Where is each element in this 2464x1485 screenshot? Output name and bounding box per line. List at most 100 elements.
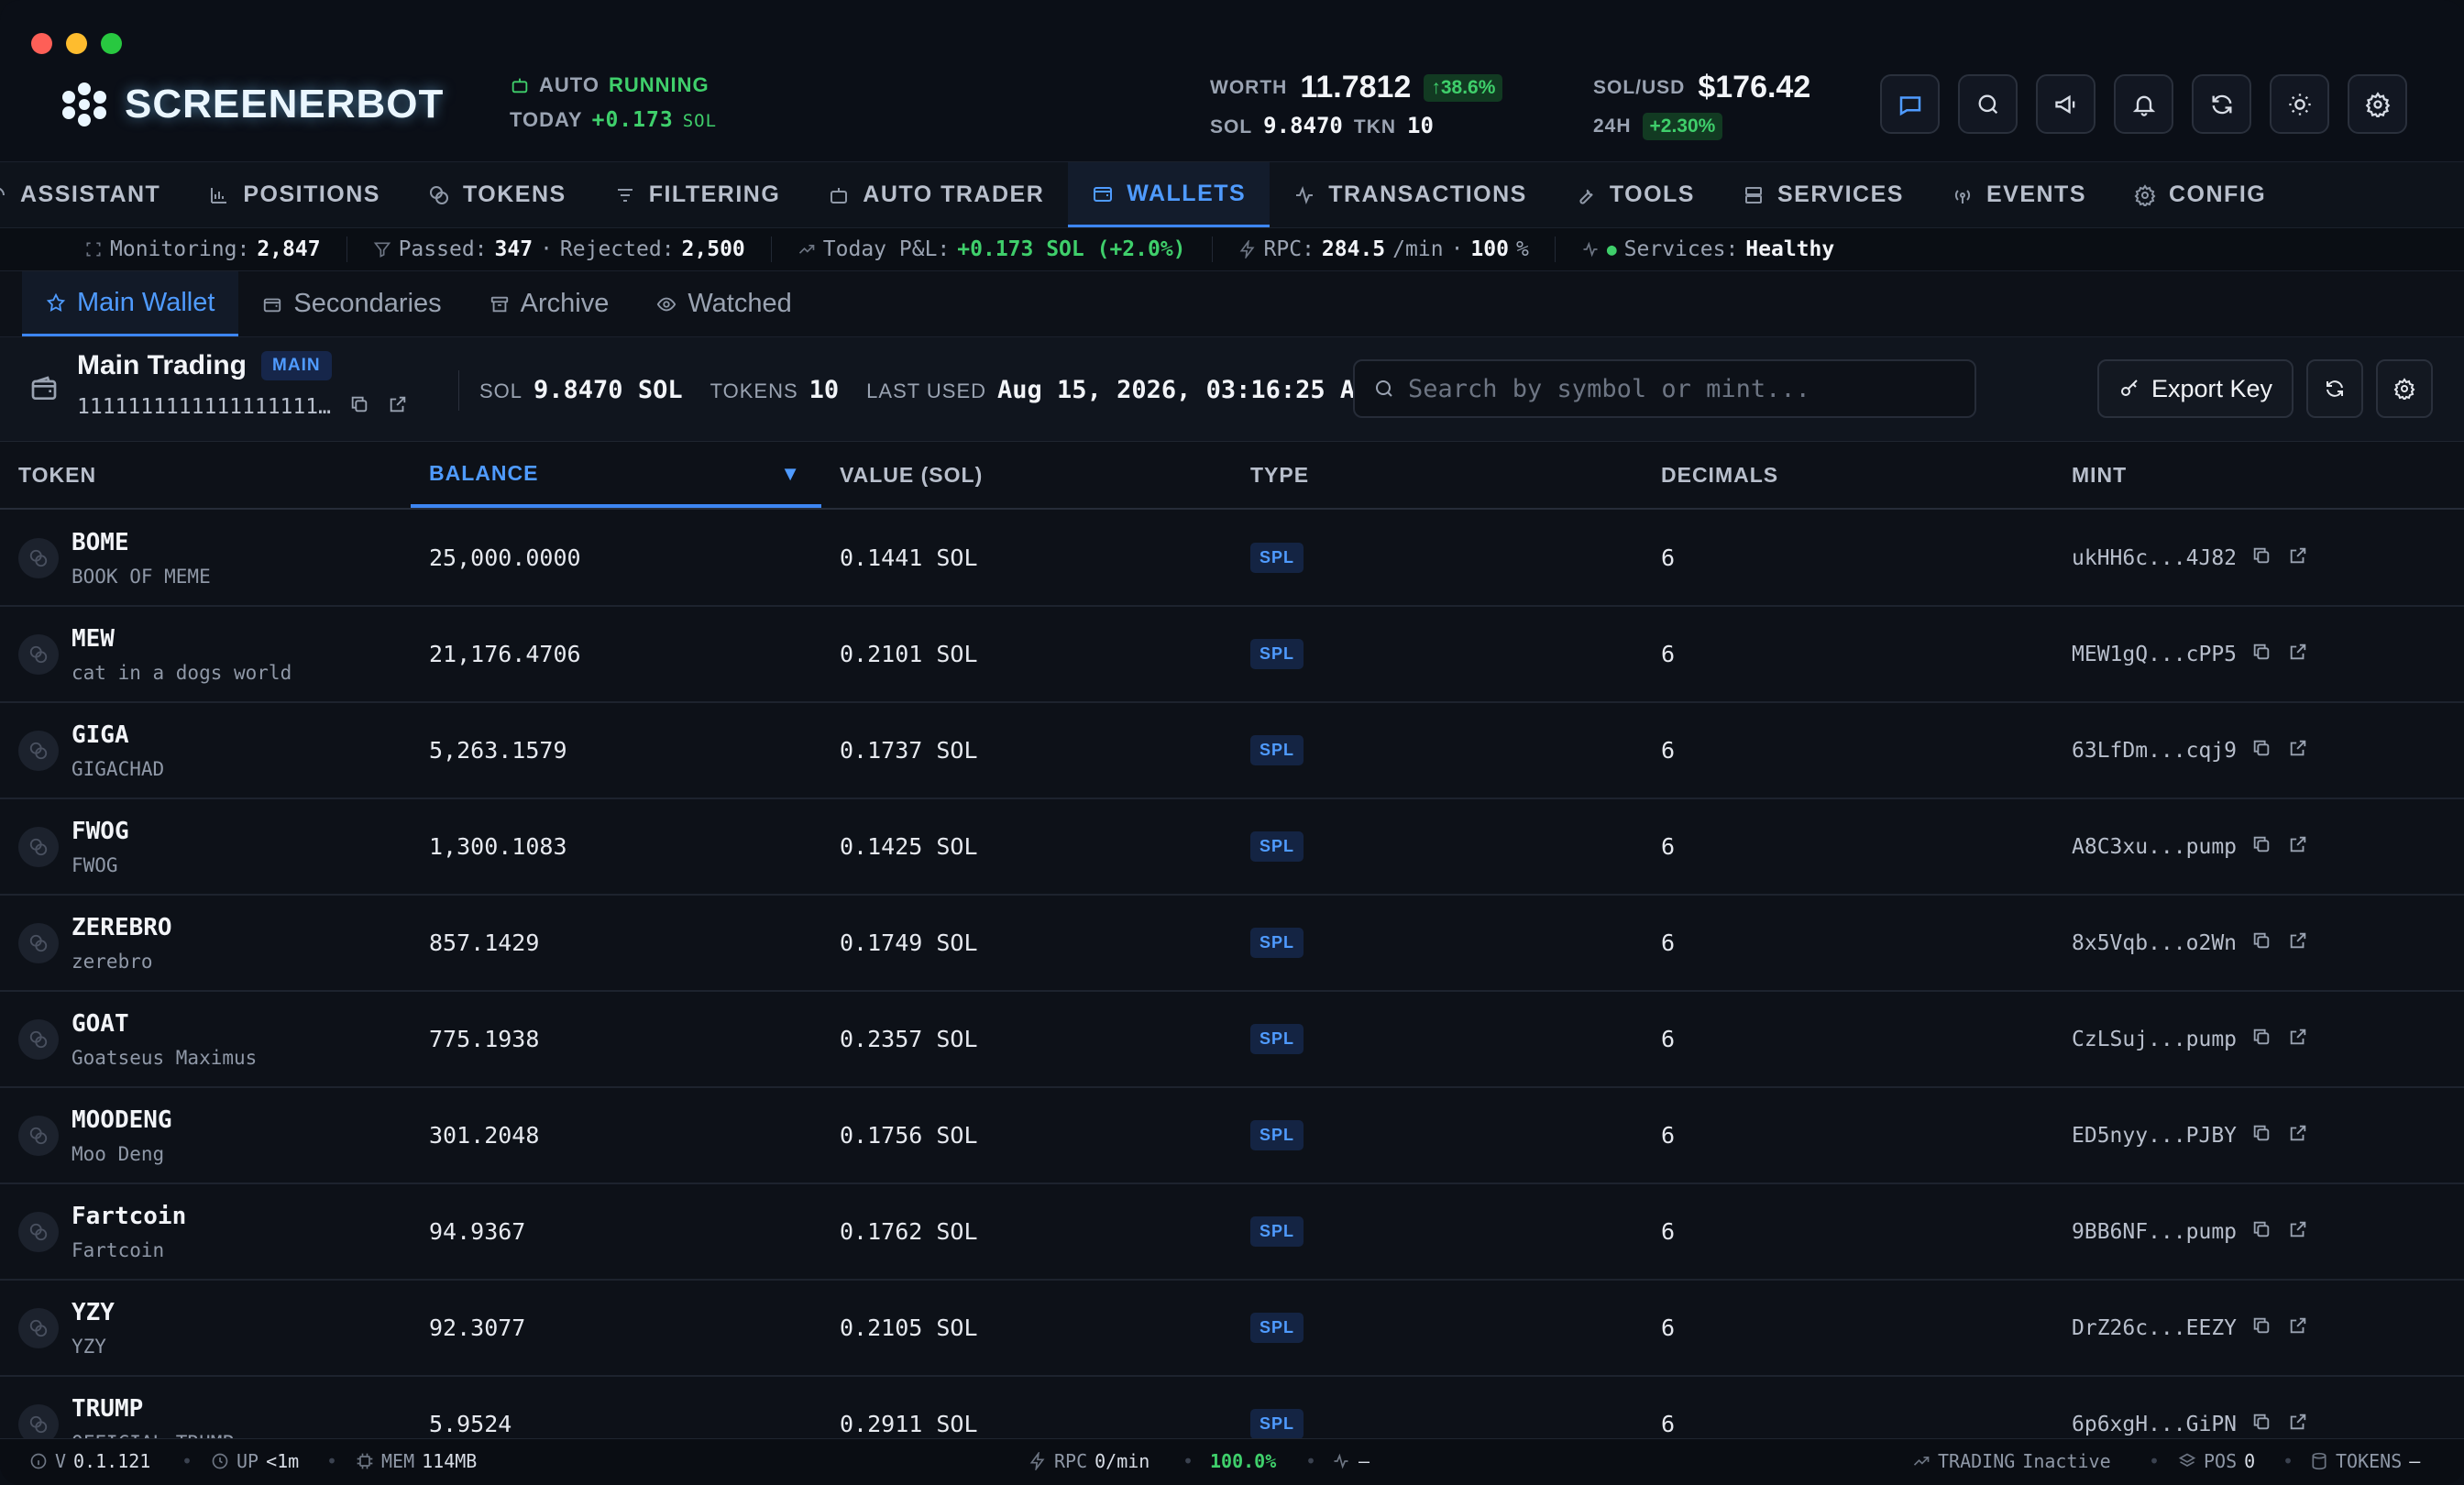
copy-mint-button[interactable] (2251, 642, 2272, 667)
copy-mint-button[interactable] (2251, 1027, 2272, 1052)
copy-mint-button[interactable] (2251, 1123, 2272, 1149)
open-mint-button[interactable] (2288, 642, 2308, 667)
token-search[interactable] (1353, 359, 1976, 418)
copy-icon (2253, 1317, 2270, 1333)
announcements-button[interactable] (2036, 74, 2096, 134)
footer-separator: • (2149, 1450, 2161, 1472)
export-key-label: Export Key (2150, 374, 2273, 402)
column-header-balance[interactable]: BALANCE ▼ (411, 442, 821, 508)
subtab-archive[interactable]: Archive (466, 271, 633, 336)
table-row[interactable]: GIGA GIGACHAD 5,263.1579 0.1737 SOL SPL 6 63Lf… (0, 703, 2464, 799)
decimals-cell: 6 (1661, 1218, 1676, 1245)
copy-mint-button[interactable] (2251, 1315, 2272, 1341)
theme-toggle-button[interactable] (2270, 74, 2329, 134)
refresh-button[interactable] (2192, 74, 2251, 134)
nav-tab-wallets[interactable]: WALLETS (1068, 162, 1270, 227)
nav-tab-assistant[interactable]: ASSISTANT (0, 162, 184, 227)
token-symbol: MEW (72, 624, 115, 653)
balance-cell: 5,263.1579 (429, 737, 567, 764)
table-row[interactable]: ZEREBRO zerebro 857.1429 0.1749 SOL SPL 6 8x5V… (0, 896, 2464, 992)
rpc-value: 284.5 (1321, 237, 1386, 261)
open-mint-button[interactable] (2288, 1219, 2308, 1245)
open-mint-button[interactable] (2288, 1412, 2308, 1437)
open-mint-button[interactable] (2288, 738, 2308, 764)
version-label: V (55, 1450, 67, 1472)
copy-address-button[interactable] (349, 394, 369, 420)
table-row[interactable]: YZY YZY 92.3077 0.2105 SOL SPL 6 DrZ26c...EEZY (0, 1281, 2464, 1377)
type-badge: SPL (1250, 639, 1304, 669)
archive-icon (490, 296, 508, 312)
open-mint-button[interactable] (2288, 834, 2308, 860)
copy-mint-button[interactable] (2251, 834, 2272, 860)
monitoring-label: Monitoring: (110, 237, 250, 261)
token-avatar (18, 537, 59, 578)
nav-tab-auto-trader[interactable]: AUTO TRADER (804, 162, 1068, 227)
open-address-button[interactable] (388, 394, 408, 420)
column-header-decimals[interactable]: DECIMALS (1643, 442, 2053, 508)
nav-tab-positions[interactable]: POSITIONS (184, 162, 404, 227)
token-avatar (18, 1211, 59, 1252)
token-name: GIGACHAD (72, 757, 165, 780)
open-mint-button[interactable] (2288, 545, 2308, 571)
nav-tab-filtering[interactable]: FILTERING (590, 162, 805, 227)
open-mint-button[interactable] (2288, 1123, 2308, 1149)
settings-button[interactable] (2348, 74, 2407, 134)
minimize-window-button[interactable] (66, 33, 87, 54)
logo[interactable]: SCREENERBOT (60, 81, 444, 128)
table-row[interactable]: TRUMP OFFICIAL TRUMP 5.9524 0.2911 SOL SPL 6 6… (0, 1377, 2464, 1438)
wallet-refresh-button[interactable] (2306, 359, 2363, 418)
assistant-button[interactable] (1880, 74, 1940, 134)
coins-icon (29, 742, 48, 759)
column-header-mint[interactable]: MINT (2053, 442, 2464, 508)
copy-mint-button[interactable] (2251, 1219, 2272, 1245)
bot-icon (830, 187, 848, 204)
table-row[interactable]: BOME BOOK OF MEME 25,000.0000 0.1441 SOL SPL… (0, 511, 2464, 607)
open-mint-button[interactable] (2288, 930, 2308, 956)
column-header-value-sol[interactable]: VALUE (SOL) (821, 442, 1232, 508)
mint-cell: 9BB6NF...pump (2053, 1184, 2464, 1279)
subtab-label: Watched (688, 289, 792, 318)
table-row[interactable]: GOAT Goatseus Maximus 775.1938 0.2357 SOL SP… (0, 992, 2464, 1088)
copy-mint-button[interactable] (2251, 545, 2272, 571)
type-cell: SPL (1232, 703, 1643, 798)
eye-icon (657, 297, 676, 311)
coins-icon (29, 1319, 48, 1336)
token-search-input[interactable] (1408, 374, 1940, 403)
subtab-main-wallet[interactable]: Main Wallet (22, 271, 239, 336)
wallet-settings-button[interactable] (2376, 359, 2433, 418)
table-header: TOKEN BALANCE ▼ VALUE (SOL) TYPE DECIMALS MINT (0, 442, 2464, 510)
table-row[interactable]: MOODENG Moo Deng 301.2048 0.1756 SOL SPL 6 ED5… (0, 1088, 2464, 1184)
nav-tab-services[interactable]: SERVICES (1719, 162, 1928, 227)
subtab-secondaries[interactable]: Secondaries (238, 271, 465, 336)
nav-tab-transactions[interactable]: TRANSACTIONS (1270, 162, 1551, 227)
export-key-button[interactable]: Export Key (2097, 359, 2294, 418)
nav-tab-config[interactable]: CONFIG (2110, 162, 2290, 227)
pulse-icon (1583, 241, 1598, 258)
nav-tab-events[interactable]: EVENTS (1928, 162, 2110, 227)
copy-mint-button[interactable] (2251, 738, 2272, 764)
column-header-token[interactable]: TOKEN (0, 442, 411, 508)
rpc-unit: /min (1392, 237, 1444, 261)
subtab-label: Secondaries (293, 289, 442, 318)
subtab-watched[interactable]: Watched (632, 271, 815, 336)
footer-positions: POS 0 (2178, 1450, 2255, 1472)
services-stat: ● Services: Healthy (1556, 236, 1860, 262)
table-row[interactable]: Fartcoin Fartcoin 94.9367 0.1762 SOL SPL 6 9BB… (0, 1184, 2464, 1281)
maximize-window-button[interactable] (101, 33, 122, 54)
notifications-button[interactable] (2114, 74, 2173, 134)
table-row[interactable]: FWOG FWOG 1,300.1083 0.1425 SOL SPL 6 A8C3xu..… (0, 799, 2464, 896)
open-mint-button[interactable] (2288, 1315, 2308, 1341)
nav-tab-tools[interactable]: TOOLS (1551, 162, 1719, 227)
wallet-main-badge: MAIN (261, 351, 332, 380)
token-avatar (18, 1403, 59, 1438)
close-window-button[interactable] (31, 33, 52, 54)
nav-tab-tokens[interactable]: TOKENS (404, 162, 590, 227)
copy-mint-button[interactable] (2251, 1412, 2272, 1437)
copy-mint-button[interactable] (2251, 930, 2272, 956)
search-button[interactable] (1958, 74, 2018, 134)
copy-icon (351, 396, 368, 412)
table-row[interactable]: MEW cat in a dogs world 21,176.4706 0.2101 … (0, 607, 2464, 703)
open-mint-button[interactable] (2288, 1027, 2308, 1052)
column-header-type[interactable]: TYPE (1232, 442, 1643, 508)
auto-status[interactable]: AUTO RUNNING TODAY +0.173 SOL (510, 73, 717, 132)
